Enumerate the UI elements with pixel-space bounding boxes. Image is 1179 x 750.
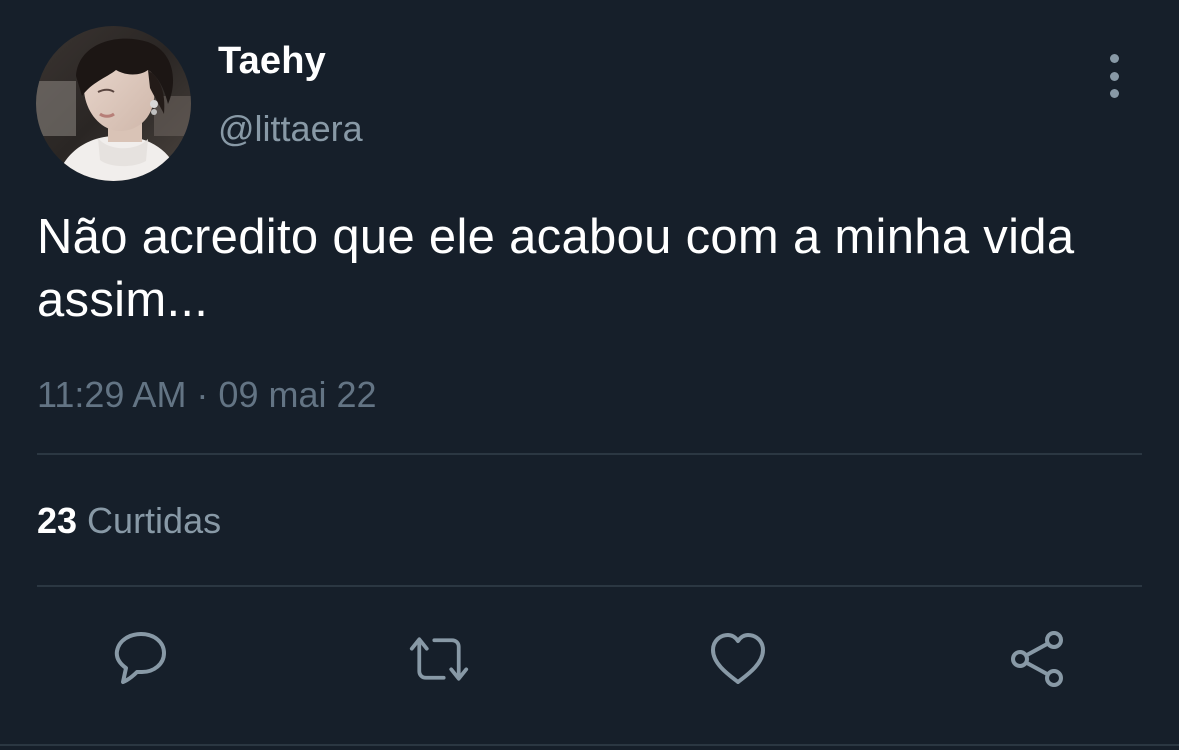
reply-button[interactable] [109, 628, 171, 690]
tweet-text: Não acredito que ele acabou com a minha … [37, 210, 1075, 327]
likes-count: 23 [37, 500, 78, 541]
divider [0, 744, 1179, 746]
retweet-icon [409, 637, 469, 681]
retweet-button[interactable] [408, 628, 470, 690]
like-button[interactable] [707, 628, 769, 690]
avatar-photo [36, 26, 191, 181]
more-vertical-icon [1109, 54, 1119, 98]
reply-icon [114, 632, 166, 684]
tweet-timestamp[interactable]: 11:29 AM · 09 mai 22 [37, 374, 377, 416]
more-options-button[interactable] [1096, 54, 1132, 98]
author-display-name[interactable]: Taehy [218, 40, 326, 83]
tweet-detail: Taehy @littaera Não acredito que ele aca… [0, 0, 1179, 750]
likes-stat[interactable]: 23 Curtidas [37, 500, 221, 542]
likes-label: Curtidas [87, 500, 222, 541]
heart-icon [711, 633, 765, 684]
share-icon [1011, 631, 1063, 687]
divider [37, 453, 1142, 455]
divider [37, 585, 1142, 587]
author-handle[interactable]: @littaera [218, 108, 363, 150]
avatar[interactable] [36, 26, 191, 181]
share-button[interactable] [1006, 628, 1068, 690]
